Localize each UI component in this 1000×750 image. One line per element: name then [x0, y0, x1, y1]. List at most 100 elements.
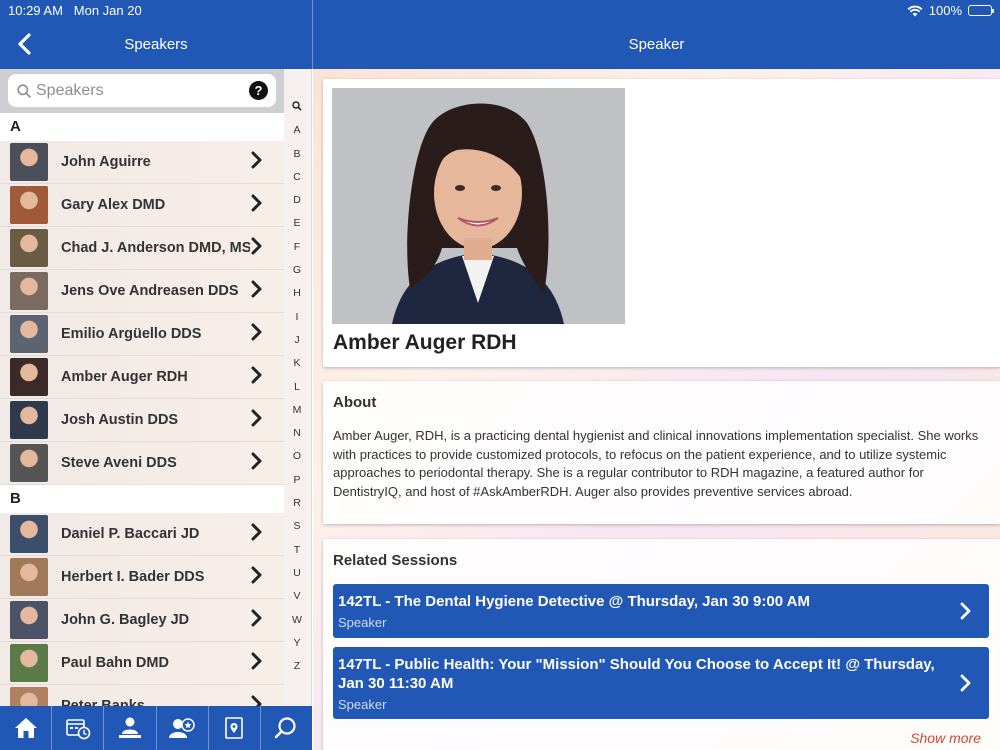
speaker-row[interactable]: Chad J. Anderson DMD, MS: [0, 227, 284, 270]
index-letter[interactable]: B: [286, 148, 308, 171]
tab-home[interactable]: [0, 706, 53, 750]
index-search-icon[interactable]: [286, 101, 308, 124]
speaker-row[interactable]: John G. Bagley JD: [0, 599, 284, 642]
search-icon: [275, 717, 297, 739]
index-letter[interactable]: U: [286, 567, 308, 590]
chevron-right-icon: [250, 651, 270, 676]
chevron-right-icon: [250, 694, 270, 706]
speaker-row[interactable]: Gary Alex DMD: [0, 184, 284, 227]
speaker-icon: [169, 718, 195, 738]
section-header: B: [0, 485, 284, 513]
help-icon[interactable]: ?: [249, 81, 268, 100]
avatar: [10, 272, 48, 310]
index-letter[interactable]: G: [286, 264, 308, 287]
speaker-row[interactable]: Daniel P. Baccari JD: [0, 513, 284, 556]
search-icon: [17, 84, 31, 98]
index-letter[interactable]: D: [286, 194, 308, 217]
index-letter[interactable]: Z: [286, 660, 308, 683]
avatar: [10, 186, 48, 224]
index-letter[interactable]: V: [286, 590, 308, 613]
index-letter[interactable]: A: [286, 124, 308, 147]
index-letter[interactable]: O: [286, 450, 308, 473]
speakers-panel: ? A John Aguirre Gary Alex DMD Chad J. Ande…: [0, 69, 312, 706]
index-letter[interactable]: T: [286, 544, 308, 567]
time-text: 10:29 AM: [8, 3, 63, 18]
session-item[interactable]: 147TL - Public Health: Your "Mission" Sh…: [333, 647, 989, 719]
about-text: Amber Auger, RDH, is a practicing dental…: [333, 428, 979, 499]
chevron-right-icon: [250, 236, 270, 261]
avatar: [10, 358, 48, 396]
chevron-right-icon: [250, 322, 270, 347]
about-title: About: [333, 394, 377, 411]
status-right: 100%: [907, 3, 994, 18]
tab-search[interactable]: [261, 706, 312, 750]
date-text: Mon Jan 20: [73, 3, 142, 18]
speaker-photo: [332, 88, 625, 324]
index-letter[interactable]: H: [286, 287, 308, 310]
speaker-row[interactable]: Emilio Argüello DDS: [0, 313, 284, 356]
speaker-row[interactable]: Peter Banks: [0, 685, 284, 706]
speaker-row-name: Josh Austin DDS: [61, 412, 179, 428]
avatar: [10, 515, 48, 553]
top-bar: 10:29 AM Mon Jan 20 100% Speakers Speake…: [0, 0, 1000, 69]
speaker-row-name: Emilio Argüello DDS: [61, 326, 202, 342]
show-more-link[interactable]: Show more: [910, 730, 981, 746]
chevron-right-icon: [250, 279, 270, 304]
index-letter[interactable]: P: [286, 474, 308, 497]
speaker-row-name: Chad J. Anderson DMD, MS: [61, 240, 250, 256]
avatar: [10, 558, 48, 596]
search-input[interactable]: [36, 80, 236, 102]
index-letter[interactable]: R: [286, 497, 308, 520]
session-item[interactable]: 142TL - The Dental Hygiene Detective @ T…: [333, 584, 989, 638]
search-box: ?: [8, 74, 276, 107]
index-letter[interactable]: C: [286, 171, 308, 194]
alphabet-index: ABCDEFGHIJKLMNOPRSTUVWYZ: [286, 101, 308, 683]
speaker-list: A John Aguirre Gary Alex DMD Chad J. Anders…: [0, 113, 284, 706]
speaker-row[interactable]: Paul Bahn DMD: [0, 642, 284, 685]
home-icon: [14, 718, 37, 738]
avatar: [10, 687, 48, 706]
related-sessions-card: Related Sessions 142TL - The Dental Hygi…: [323, 539, 1000, 750]
tab-map[interactable]: [209, 706, 261, 750]
speaker-row-name: Amber Auger RDH: [61, 369, 188, 385]
chevron-right-icon: [250, 150, 270, 175]
avatar: [10, 229, 48, 267]
index-letter[interactable]: S: [286, 520, 308, 543]
speaker-row[interactable]: Amber Auger RDH: [0, 356, 284, 399]
speaker-row[interactable]: Steve Aveni DDS: [0, 442, 284, 485]
chevron-right-icon: [250, 193, 270, 218]
index-letter[interactable]: Y: [286, 637, 308, 660]
speaker-row[interactable]: Herbert I. Bader DDS: [0, 556, 284, 599]
schedule-icon: [65, 719, 91, 740]
index-letter[interactable]: N: [286, 427, 308, 450]
speaker-row-name: Peter Banks: [61, 698, 145, 706]
index-letter[interactable]: F: [286, 241, 308, 264]
avatar: [10, 401, 48, 439]
avatar: [10, 601, 48, 639]
map-icon: [225, 717, 244, 739]
speaker-row[interactable]: Jens Ove Andreasen DDS: [0, 270, 284, 313]
speaker-row[interactable]: John Aguirre: [0, 141, 284, 184]
chevron-right-icon: [960, 674, 971, 692]
session-role: Speaker: [338, 697, 387, 712]
speaker-row-name: Jens Ove Andreasen DDS: [61, 283, 239, 299]
tab-attendees[interactable]: [104, 706, 157, 750]
chevron-right-icon: [250, 408, 270, 433]
index-letter[interactable]: J: [286, 334, 308, 357]
speaker-row[interactable]: Josh Austin DDS: [0, 399, 284, 442]
chevron-right-icon: [250, 565, 270, 590]
index-letter[interactable]: E: [286, 217, 308, 240]
battery-text: 100%: [928, 3, 962, 18]
index-letter[interactable]: L: [286, 381, 308, 404]
tab-schedule[interactable]: [52, 706, 105, 750]
index-letter[interactable]: I: [286, 311, 308, 334]
tab-speakers[interactable]: [157, 706, 209, 750]
chevron-right-icon: [250, 608, 270, 633]
avatar: [10, 644, 48, 682]
index-letter[interactable]: W: [286, 614, 308, 637]
speaker-row-name: Herbert I. Bader DDS: [61, 569, 205, 585]
speaker-detail: Amber Auger RDH About Amber Auger, RDH, …: [313, 69, 1000, 750]
index-letter[interactable]: K: [286, 357, 308, 380]
index-letter[interactable]: M: [286, 404, 308, 427]
chevron-right-icon: [250, 451, 270, 476]
